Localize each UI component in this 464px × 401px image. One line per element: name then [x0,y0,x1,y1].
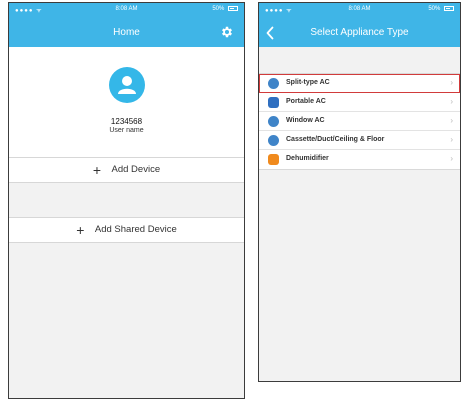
user-icon [117,76,136,94]
list-item-label: Split-type AC [286,79,330,86]
list-item-label: Window AC [286,117,325,124]
status-time: 8:08 AM [115,6,138,12]
chevron-right-icon: › [450,154,453,163]
add-device-button[interactable]: + Add Device [9,157,244,183]
appliance-list: Split-type AC › Portable AC › Window AC … [259,73,460,170]
cassette-ac-icon [268,135,279,146]
appliance-header: ●●●● ᯤ 8:08 AM 50% Select Appliance Type [259,3,460,47]
battery-icon [228,6,238,11]
chevron-right-icon: › [450,78,453,87]
list-item-dehumidifier[interactable]: Dehumidifier › [259,150,460,169]
list-item-split-type-ac[interactable]: Split-type AC › [259,74,460,93]
battery-percent: 50% [212,6,225,13]
select-appliance-screen: ●●●● ᯤ 8:08 AM 50% Select Appliance Type… [258,2,461,382]
home-header: ●●●● ᯤ 8:08 AM 50% Home [9,3,244,47]
profile-panel: 1234568 User name [9,47,244,157]
status-bar: ●●●● ᯤ 8:08 AM 50% [9,5,244,17]
list-item-window-ac[interactable]: Window AC › [259,112,460,131]
chevron-right-icon: › [450,97,453,106]
chevron-right-icon: › [450,116,453,125]
add-shared-device-label: Add Shared Device [94,224,177,235]
page-title: Home [113,27,140,38]
list-item-portable-ac[interactable]: Portable AC › [259,93,460,112]
add-device-label: Add Device [111,164,161,175]
list-item-cassette-duct-ceiling-floor[interactable]: Cassette/Duct/Ceiling & Floor › [259,131,460,150]
list-item-label: Cassette/Duct/Ceiling & Floor [286,136,385,143]
list-item-label: Dehumidifier [286,155,329,162]
list-item-label: Portable AC [286,98,326,105]
home-screen: ●●●● ᯤ 8:08 AM 50% Home 1234568 User nam… [8,2,245,399]
split-ac-icon [268,78,279,89]
user-id: 1234568 [110,117,143,126]
plus-icon: + [92,162,102,178]
battery-percent: 50% [428,6,441,13]
add-shared-device-button[interactable]: + Add Shared Device [9,217,244,243]
gear-icon[interactable] [220,25,234,39]
window-ac-icon [268,116,279,127]
status-bar: ●●●● ᯤ 8:08 AM 50% [259,5,460,17]
battery-icon [444,6,454,11]
avatar[interactable] [108,67,145,103]
chevron-right-icon: › [450,135,453,144]
user-name: User name [109,127,144,134]
plus-icon: + [76,222,85,238]
portable-ac-icon [268,97,279,108]
battery-indicator: 50% [428,6,454,12]
page-title: Select Appliance Type [310,27,409,38]
dehumidifier-icon [268,154,279,165]
battery-indicator: 50% [212,6,238,12]
